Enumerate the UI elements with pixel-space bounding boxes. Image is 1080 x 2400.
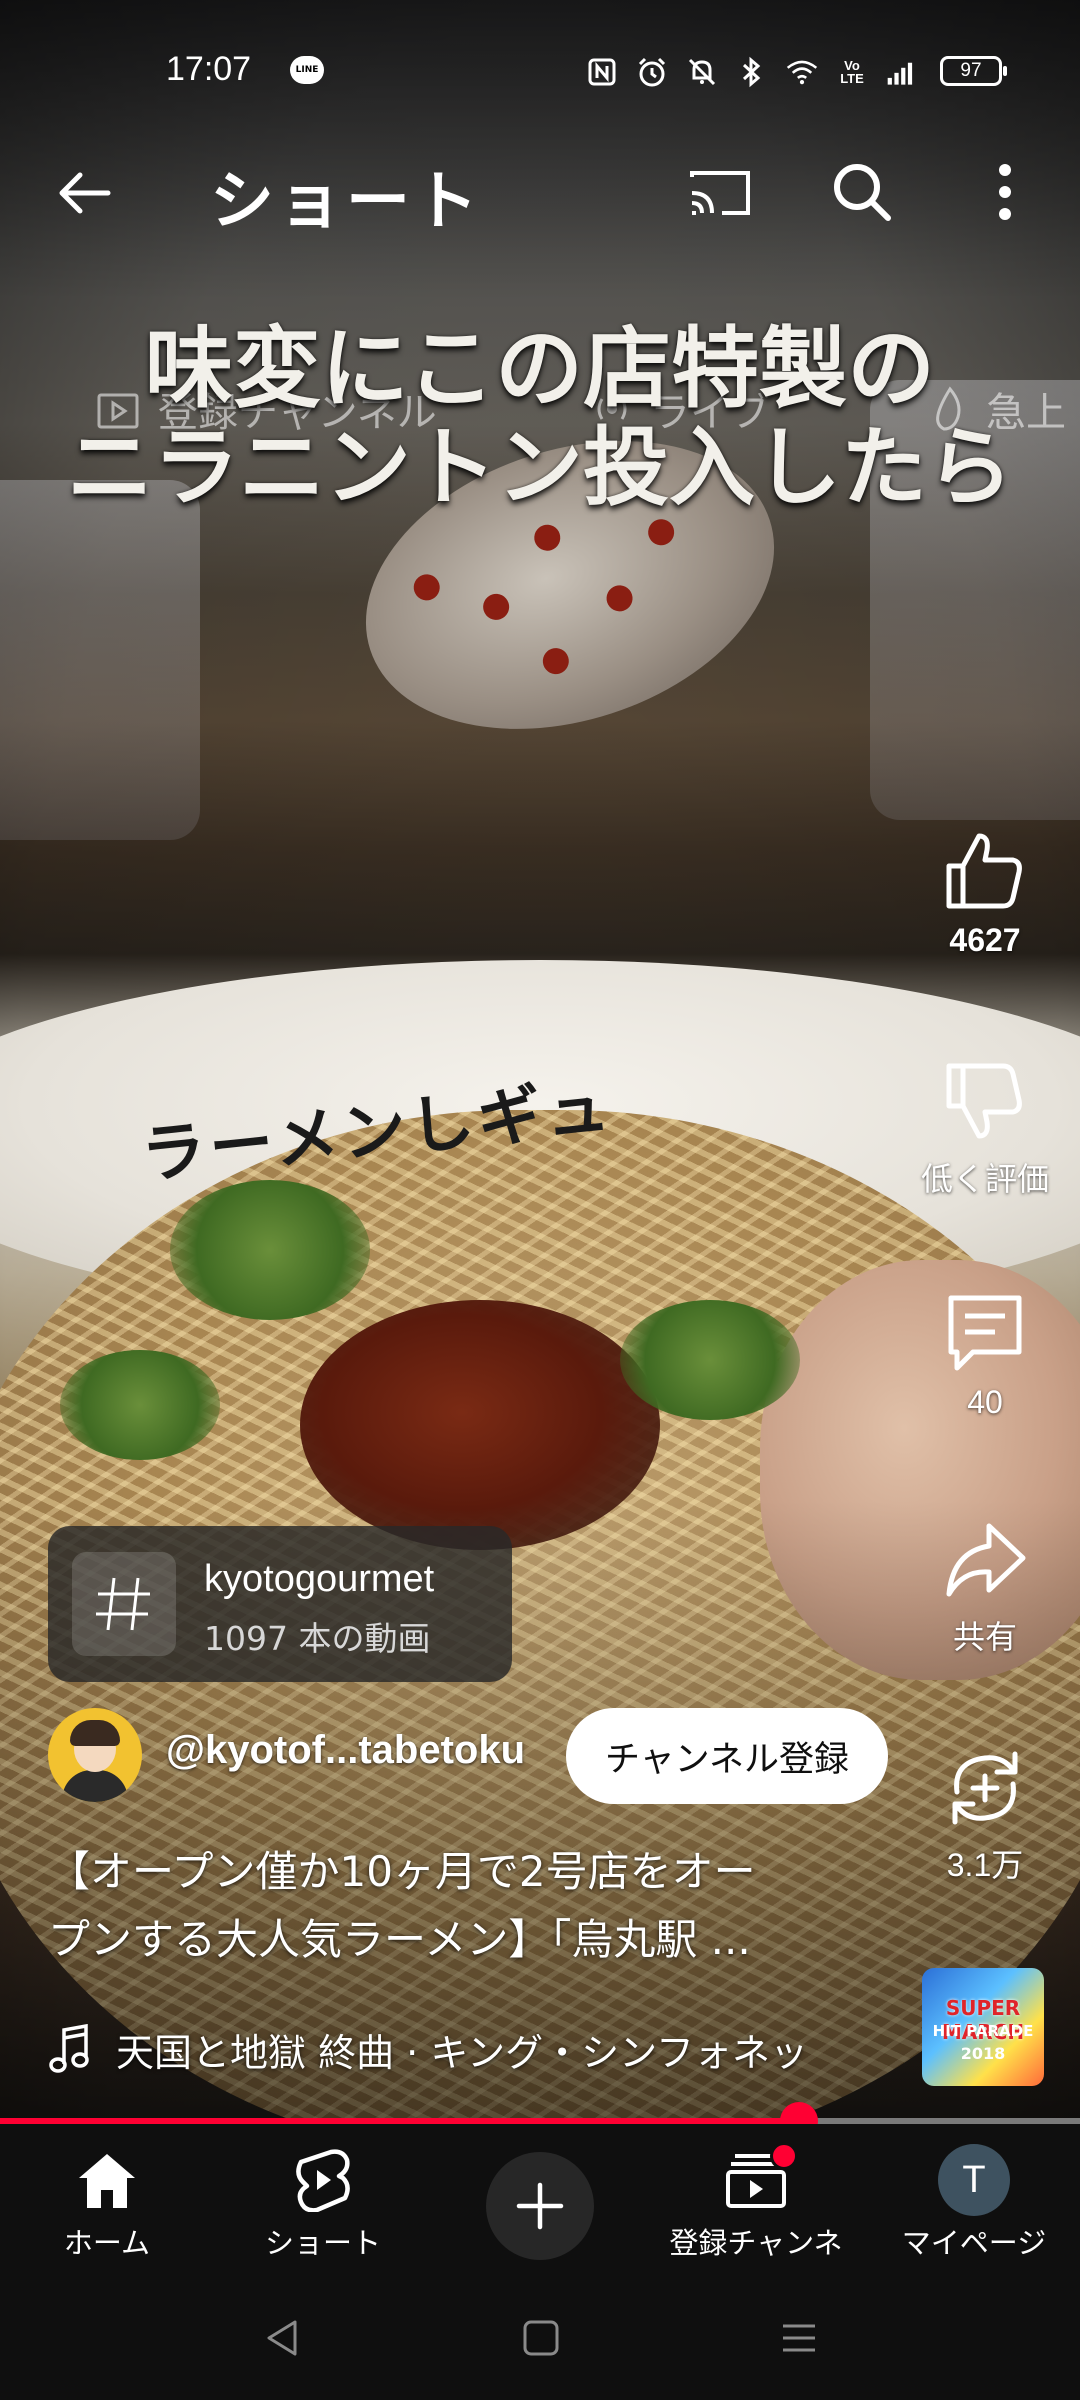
signal-icon — [886, 56, 918, 88]
hashtag-card[interactable]: kyotogourmet 1097 本の動画 — [48, 1526, 512, 1682]
hashtag-video-count: 1097 本の動画 — [204, 1619, 431, 1658]
remix-count: 3.1万 — [946, 1847, 1024, 1883]
home-icon — [79, 2154, 135, 2208]
green-onions — [170, 1180, 370, 1320]
nav-shorts[interactable]: ショート — [228, 2142, 418, 2262]
create-button[interactable] — [486, 2152, 594, 2260]
thumbs-up-icon — [946, 833, 1022, 909]
nfc-icon — [586, 56, 618, 88]
nav-home-label: ホーム — [63, 2226, 151, 2260]
nav-shorts-label: ショート — [264, 2226, 381, 2260]
remix-button[interactable]: 3.1万 — [910, 1740, 1060, 1886]
caption-line-2: ニラニントン投入したら — [67, 417, 1013, 518]
system-recents-button[interactable] — [754, 2308, 844, 2368]
search-button[interactable] — [822, 154, 902, 230]
hashtag-icon — [72, 1552, 176, 1656]
nav-home[interactable]: ホーム — [12, 2142, 202, 2262]
nav-mypage-label: マイページ — [901, 2226, 1047, 2260]
line-notification-icon: LINE — [290, 56, 324, 84]
share-icon — [946, 1523, 1026, 1597]
more-vert-icon — [999, 164, 1011, 220]
like-count: 4627 — [949, 922, 1021, 958]
system-back-button[interactable] — [238, 2308, 328, 2368]
user-avatar: T — [938, 2144, 1010, 2216]
glass-left — [0, 480, 200, 840]
shorts-icon — [296, 2149, 350, 2212]
bluetooth-icon — [736, 56, 768, 88]
system-navigation-bar — [0, 2270, 1080, 2400]
cast-icon — [690, 171, 750, 215]
video-title-line-1: 【オープン僅か10ヶ月で2号店をオー — [48, 1847, 756, 1896]
share-label: 共有 — [952, 1618, 1017, 1656]
share-button[interactable]: 共有 — [910, 1512, 1060, 1658]
volte-icon: Vo LTE — [840, 58, 864, 86]
alarm-icon — [636, 56, 668, 88]
search-icon — [834, 164, 891, 221]
status-bar: 17:07 LINE Vo LTE 97 — [0, 0, 1080, 140]
green-onions — [620, 1300, 800, 1420]
video-title-line-2: プンする大人気ラーメン】「烏丸駅 ... — [48, 1915, 751, 1964]
music-thumb-subtitle: HIT PARADE — [932, 2022, 1034, 2040]
plus-icon — [516, 2182, 564, 2230]
comment-icon — [948, 1295, 1022, 1371]
music-title: 天国と地獄 終曲 · キング・シンフォネッ — [116, 2030, 809, 2075]
back-button[interactable] — [44, 158, 124, 228]
music-thumb-year: 2018 — [960, 2044, 1006, 2063]
new-content-badge — [770, 2142, 798, 2170]
hashtag-name: kyotogourmet — [204, 1558, 435, 1600]
like-button[interactable]: 4627 — [910, 822, 1060, 959]
video-caption: 味変にこの店特製の ニラニントン投入したら — [0, 318, 1080, 518]
video-title[interactable]: 【オープン僅か10ヶ月で2号店をオー プンする大人気ラーメン】「烏丸駅 ... — [48, 1838, 888, 1974]
thumbs-down-icon — [946, 1063, 1022, 1139]
dislike-button[interactable]: 低く評価 — [910, 1054, 1060, 1200]
remix-icon — [952, 1751, 1018, 1825]
music-note-icon — [49, 2024, 89, 2073]
bottom-navigation: ホーム ショート 登録チャンネル T マイページ — [0, 2124, 1080, 2302]
battery-icon: 97 — [940, 56, 1007, 86]
green-onions — [60, 1350, 220, 1460]
page-title: ショート — [210, 165, 482, 239]
music-row[interactable]: 天国と地獄 終曲 · キング・シンフォネッ — [48, 2014, 888, 2084]
mute-icon — [686, 56, 718, 88]
system-home-button[interactable] — [496, 2308, 586, 2368]
square-home-icon — [523, 2320, 559, 2356]
dislike-label: 低く評価 — [920, 1160, 1049, 1198]
app-header: ショート — [0, 140, 1080, 240]
channel-handle[interactable]: @kyotof...tabetoku — [166, 1728, 525, 1773]
comment-count: 40 — [967, 1384, 1003, 1420]
cast-button[interactable] — [680, 158, 760, 228]
status-time: 17:07 — [166, 50, 252, 88]
nav-mypage[interactable]: T マイページ — [876, 2142, 1072, 2262]
channel-avatar[interactable] — [48, 1708, 142, 1802]
arrow-left-icon — [59, 172, 111, 214]
caption-line-1: 味変にこの店特製の — [144, 316, 936, 420]
comments-button[interactable]: 40 — [910, 1284, 1060, 1421]
wifi-icon — [786, 56, 818, 88]
menu-lines-icon — [783, 2324, 815, 2352]
more-options-button[interactable] — [970, 154, 1040, 230]
music-album-thumbnail[interactable]: SUPER MARCH HIT PARADE 2018 — [922, 1968, 1044, 2086]
triangle-back-icon — [267, 2320, 297, 2356]
subscribe-button[interactable]: チャンネル登録 — [566, 1708, 888, 1804]
